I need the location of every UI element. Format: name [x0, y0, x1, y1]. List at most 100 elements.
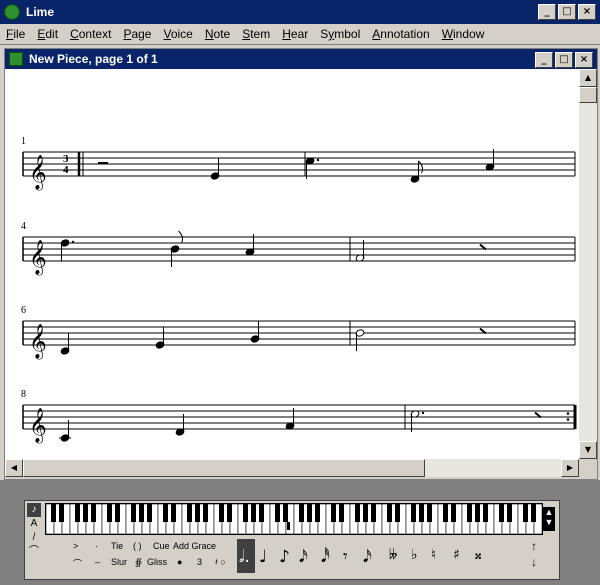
- parentheses-tool[interactable]: ( ): [133, 541, 142, 551]
- note-tool-icon[interactable]: ♪: [27, 503, 41, 517]
- menu-hear[interactable]: Hear: [276, 27, 314, 41]
- vertical-scrollbar[interactable]: ▲ ▼: [579, 69, 597, 459]
- piano-black-key[interactable]: [251, 504, 256, 522]
- piano-black-key[interactable]: [115, 504, 120, 522]
- piano-black-key[interactable]: [419, 504, 424, 522]
- double-sharp-icon[interactable]: 𝄪: [475, 547, 481, 563]
- piano-black-key[interactable]: [339, 504, 344, 522]
- score-canvas[interactable]: 1 𝄞 3 4 4 𝄞 6 𝄞 8 𝄞: [5, 69, 579, 459]
- menu-voice[interactable]: Voice: [157, 27, 198, 41]
- piano-black-key[interactable]: [531, 504, 536, 522]
- piano-black-key[interactable]: [299, 504, 304, 522]
- piano-black-key[interactable]: [275, 504, 280, 522]
- piano-black-key[interactable]: [475, 504, 480, 522]
- piano-black-key[interactable]: [91, 504, 96, 522]
- dotted-half-note-icon[interactable]: 𝅗𝅥.: [239, 547, 250, 567]
- scroll-down-arrow-icon[interactable]: ▼: [579, 441, 597, 459]
- piano-keyboard[interactable]: [45, 503, 543, 535]
- piano-black-key[interactable]: [163, 504, 168, 522]
- piano-black-key[interactable]: [507, 504, 512, 522]
- piano-black-key[interactable]: [139, 504, 144, 522]
- piano-black-key[interactable]: [187, 504, 192, 522]
- piano-black-key[interactable]: [107, 504, 112, 522]
- rest-toggle-icon[interactable]: 𝄽 ○: [215, 557, 226, 568]
- gliss-tool[interactable]: Gliss: [147, 557, 167, 567]
- piano-black-key[interactable]: [59, 504, 64, 522]
- piano-black-key[interactable]: [371, 504, 376, 522]
- flat-icon[interactable]: ♭: [411, 547, 418, 563]
- doc-close-button[interactable]: ×: [575, 52, 593, 68]
- tenuto-tool[interactable]: –: [95, 557, 100, 567]
- piano-black-key[interactable]: [195, 504, 200, 522]
- scroll-left-arrow-icon[interactable]: ◀: [5, 459, 23, 477]
- doc-maximize-button[interactable]: □: [555, 52, 573, 68]
- line-tool-icon[interactable]: /: [27, 531, 41, 545]
- vertical-scroll-thumb[interactable]: [579, 87, 597, 103]
- menu-window[interactable]: Window: [436, 27, 491, 41]
- menu-context[interactable]: Context: [64, 27, 117, 41]
- grace-note-icon[interactable]: 𝅘𝅥𝅯: [363, 547, 372, 567]
- quarter-note-icon[interactable]: ♩: [259, 547, 267, 567]
- rest-note-icon[interactable]: 𝄾: [343, 547, 348, 567]
- piano-black-key[interactable]: [467, 504, 472, 522]
- piano-black-key[interactable]: [227, 504, 232, 522]
- document-titlebar[interactable]: New Piece, page 1 of 1 _ □ ×: [5, 49, 597, 69]
- piano-black-key[interactable]: [219, 504, 224, 522]
- piano-black-key[interactable]: [243, 504, 248, 522]
- natural-icon[interactable]: ♮: [431, 547, 436, 563]
- menu-annotation[interactable]: Annotation: [366, 27, 435, 41]
- piano-black-key[interactable]: [203, 504, 208, 522]
- horizontal-scrollbar[interactable]: ◀ ▶: [5, 459, 579, 477]
- menu-stem[interactable]: Stem: [236, 27, 276, 41]
- piano-black-key[interactable]: [523, 504, 528, 522]
- double-flat-icon[interactable]: 𝄫: [389, 547, 397, 563]
- maximize-button[interactable]: □: [558, 4, 576, 20]
- menu-file[interactable]: File: [0, 27, 31, 41]
- fermata-tool[interactable]: ⌒: [73, 557, 82, 570]
- piano-black-key[interactable]: [483, 504, 488, 522]
- piano-black-key[interactable]: [451, 504, 456, 522]
- piano-black-key[interactable]: [355, 504, 360, 522]
- app-titlebar[interactable]: Lime _ □ ×: [0, 0, 600, 24]
- piano-black-key[interactable]: [395, 504, 400, 522]
- thirty-second-note-icon[interactable]: 𝅘𝅥𝅰: [321, 547, 330, 567]
- piano-black-key[interactable]: [75, 504, 80, 522]
- piano-black-key[interactable]: [307, 504, 312, 522]
- minimize-button[interactable]: _: [538, 4, 556, 20]
- staccato-tool[interactable]: ·: [95, 541, 98, 551]
- triplet-tool[interactable]: 3: [197, 557, 202, 567]
- doc-minimize-button[interactable]: _: [535, 52, 553, 68]
- piano-black-key[interactable]: [443, 504, 448, 522]
- scroll-up-arrow-icon[interactable]: ▲: [579, 69, 597, 87]
- piano-black-key[interactable]: [131, 504, 136, 522]
- dot-tool-icon[interactable]: ●: [177, 557, 182, 567]
- menu-note[interactable]: Note: [199, 27, 236, 41]
- horizontal-scroll-thumb[interactable]: [23, 459, 425, 477]
- scroll-right-arrow-icon[interactable]: ▶: [561, 459, 579, 477]
- piano-black-key[interactable]: [331, 504, 336, 522]
- menu-edit[interactable]: Edit: [31, 27, 64, 41]
- piano-black-key[interactable]: [427, 504, 432, 522]
- eighth-note-icon[interactable]: ♪: [279, 547, 290, 567]
- accent-tool[interactable]: >: [73, 541, 78, 551]
- sixteenth-note-icon[interactable]: 𝅘𝅥𝅯: [299, 547, 308, 567]
- lime-app-icon[interactable]: [4, 4, 20, 20]
- close-button[interactable]: ×: [578, 4, 596, 20]
- curve-tool-icon[interactable]: ⌒: [27, 545, 41, 559]
- piano-black-key[interactable]: [259, 504, 264, 522]
- piano-black-key[interactable]: [387, 504, 392, 522]
- piano-black-key[interactable]: [83, 504, 88, 522]
- add-grace-tool[interactable]: Add Grace: [173, 541, 216, 551]
- stem-down-icon[interactable]: ↓: [531, 555, 537, 569]
- arpeggio-icon[interactable]: ∯: [135, 557, 142, 568]
- cue-tool[interactable]: Cue: [153, 541, 170, 551]
- piano-black-key[interactable]: [147, 504, 152, 522]
- tie-tool[interactable]: Tie: [111, 541, 123, 551]
- piano-black-key[interactable]: [499, 504, 504, 522]
- slur-tool[interactable]: Slur: [111, 557, 127, 567]
- sharp-icon[interactable]: ♯: [453, 547, 460, 563]
- score-svg[interactable]: 1𝄞 344𝄞6𝄞8𝄞: [5, 69, 579, 459]
- piano-black-key[interactable]: [363, 504, 368, 522]
- menu-symbol[interactable]: Symbol: [314, 27, 366, 41]
- piano-black-key[interactable]: [171, 504, 176, 522]
